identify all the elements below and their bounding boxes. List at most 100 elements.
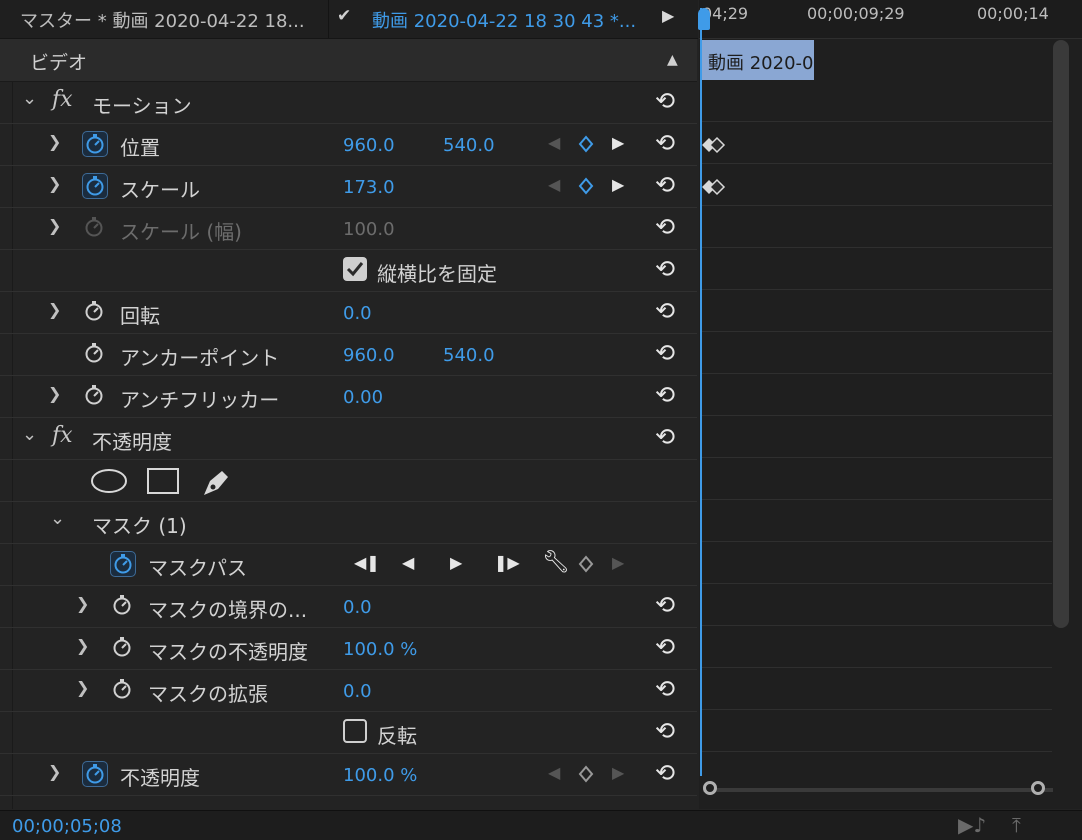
reset-icon[interactable]: ⟲ xyxy=(655,591,675,619)
mask-expansion-value[interactable]: 0.0 xyxy=(343,681,372,702)
chevron-right-icon[interactable]: ❯ xyxy=(76,678,89,697)
reset-icon[interactable]: ⟲ xyxy=(655,339,675,367)
clip-label: 動画 2020-0 xyxy=(708,53,814,74)
add-keyframe-diamond-icon[interactable] xyxy=(578,135,594,153)
timeline-row-divider xyxy=(702,457,1052,458)
reset-icon[interactable]: ⟲ xyxy=(655,171,675,199)
timeline-row-divider xyxy=(702,541,1052,542)
track-backward-icon[interactable]: ◀ xyxy=(402,553,414,572)
prev-keyframe-icon[interactable]: ◀ xyxy=(548,133,560,152)
effect-label: モーション xyxy=(92,94,192,118)
chevron-right-icon[interactable]: ❯ xyxy=(48,216,61,235)
timeline-row-divider xyxy=(702,625,1052,626)
reset-icon[interactable]: ⟲ xyxy=(655,255,675,283)
track-backward-one-icon[interactable]: ◀❚ xyxy=(354,553,380,572)
scale-value[interactable]: 173.0 xyxy=(343,177,395,198)
stopwatch-icon[interactable] xyxy=(82,761,108,787)
reset-icon[interactable]: ⟲ xyxy=(655,759,675,787)
inverted-checkbox[interactable] xyxy=(343,719,367,743)
stopwatch-icon[interactable] xyxy=(110,551,136,577)
playhead-line[interactable] xyxy=(700,8,702,776)
stopwatch-icon[interactable] xyxy=(82,341,108,367)
next-keyframe-icon[interactable]: ▶ xyxy=(612,553,624,572)
playhead-handle[interactable] xyxy=(698,8,710,30)
chevron-down-icon[interactable]: ⌄ xyxy=(22,88,37,109)
reset-icon[interactable]: ⟲ xyxy=(655,381,675,409)
chevron-right-icon[interactable]: ❯ xyxy=(76,636,89,655)
stopwatch-icon[interactable] xyxy=(82,299,108,325)
rectangle-mask-icon[interactable] xyxy=(146,467,180,495)
stopwatch-icon[interactable] xyxy=(110,635,136,661)
chevron-down-icon[interactable]: ⌄ xyxy=(50,508,65,529)
chevron-right-icon[interactable]: ❯ xyxy=(48,300,61,319)
property-label: マスクパス xyxy=(148,556,247,580)
play-audio-icon[interactable]: ▶♪ xyxy=(958,813,986,837)
chevron-down-icon[interactable]: ⌄ xyxy=(22,424,37,445)
reset-icon[interactable]: ⟲ xyxy=(655,87,675,115)
vertical-scrollbar[interactable] xyxy=(1053,40,1069,628)
opacity-value[interactable]: 100.0 % xyxy=(343,765,417,786)
timeline-row-divider xyxy=(702,415,1052,416)
timeline-clip[interactable]: 動画 2020-0 xyxy=(702,40,814,80)
next-keyframe-icon[interactable]: ▶ xyxy=(612,175,624,194)
property-label: 回転 xyxy=(120,304,160,328)
mask-opacity-value[interactable]: 100.0 % xyxy=(343,639,417,660)
track-forward-one-icon[interactable]: ❚▶ xyxy=(494,553,520,572)
antiflicker-value[interactable]: 0.00 xyxy=(343,387,383,408)
track-forward-icon[interactable]: ▶ xyxy=(450,553,462,572)
stopwatch-icon[interactable] xyxy=(110,593,136,619)
chevron-right-icon[interactable]: ❯ xyxy=(48,174,61,193)
chevron-right-icon[interactable]: ❯ xyxy=(76,594,89,613)
current-timecode[interactable]: 00;00;05;08 xyxy=(12,816,122,837)
reset-icon[interactable]: ⟲ xyxy=(655,633,675,661)
mask-feather-value[interactable]: 0.0 xyxy=(343,597,372,618)
next-keyframe-icon[interactable]: ▶ xyxy=(612,763,624,782)
next-keyframe-icon[interactable]: ▶ xyxy=(612,133,624,152)
sequence-clip-tab[interactable]: 動画 2020-04-22 18 30 43 *... xyxy=(372,7,636,33)
play-triangle-icon[interactable]: ▶ xyxy=(662,6,674,25)
stopwatch-icon[interactable] xyxy=(110,677,136,703)
scroll-handle-left[interactable] xyxy=(703,781,717,795)
stopwatch-icon[interactable] xyxy=(82,173,108,199)
chevron-right-icon[interactable]: ❯ xyxy=(48,384,61,403)
export-icon[interactable]: ⤒ xyxy=(1012,813,1021,837)
scroll-handle-right[interactable] xyxy=(1031,781,1045,795)
video-section-header[interactable]: ビデオ ▲ xyxy=(0,39,697,82)
fx-icon[interactable]: fx xyxy=(52,423,73,448)
time-ruler[interactable]: 04;29 00;00;09;29 00;00;14 xyxy=(699,0,1082,39)
chevron-down-icon[interactable]: ✔︎ xyxy=(337,6,351,26)
horizontal-zoom-scrollbar[interactable] xyxy=(703,780,1053,798)
pen-mask-icon[interactable] xyxy=(200,465,234,497)
reset-icon[interactable]: ⟲ xyxy=(655,717,675,745)
keyframe-diamond-icon[interactable] xyxy=(700,135,726,155)
anchor-point-row: アンカーポイント 960.0 540.0 ⟲ xyxy=(0,333,697,376)
add-keyframe-diamond-icon[interactable] xyxy=(578,177,594,195)
timeline-row-divider xyxy=(702,667,1052,668)
prev-keyframe-icon[interactable]: ◀ xyxy=(548,763,560,782)
reset-icon[interactable]: ⟲ xyxy=(655,213,675,241)
fx-icon[interactable]: fx xyxy=(52,87,73,112)
reset-icon[interactable]: ⟲ xyxy=(655,297,675,325)
panel-footer: 00;00;05;08 ▶♪ ⤒ xyxy=(0,810,1082,840)
rotation-value[interactable]: 0.0 xyxy=(343,303,372,324)
uniform-scale-checkbox[interactable] xyxy=(343,257,367,281)
chevron-right-icon[interactable]: ❯ xyxy=(48,762,61,781)
position-x-value[interactable]: 960.0 xyxy=(343,135,395,156)
collapse-up-icon[interactable]: ▲ xyxy=(667,52,678,68)
position-y-value[interactable]: 540.0 xyxy=(443,135,495,156)
keyframe-diamond-icon[interactable] xyxy=(700,177,726,197)
wrench-icon[interactable]: 🔧︎ xyxy=(542,550,570,575)
reset-icon[interactable]: ⟲ xyxy=(655,675,675,703)
anchor-x-value[interactable]: 960.0 xyxy=(343,345,395,366)
chevron-right-icon[interactable]: ❯ xyxy=(48,132,61,151)
stopwatch-icon[interactable] xyxy=(82,383,108,409)
stopwatch-icon[interactable] xyxy=(82,131,108,157)
ellipse-mask-icon[interactable] xyxy=(90,468,128,494)
keyframe-diamond-icon[interactable] xyxy=(578,555,594,573)
master-clip-tab[interactable]: マスター * 動画 2020-04-22 18... xyxy=(20,7,305,33)
keyframe-diamond-icon[interactable] xyxy=(578,765,594,783)
anchor-y-value[interactable]: 540.0 xyxy=(443,345,495,366)
reset-icon[interactable]: ⟲ xyxy=(655,423,675,451)
reset-icon[interactable]: ⟲ xyxy=(655,129,675,157)
prev-keyframe-icon[interactable]: ◀ xyxy=(548,175,560,194)
